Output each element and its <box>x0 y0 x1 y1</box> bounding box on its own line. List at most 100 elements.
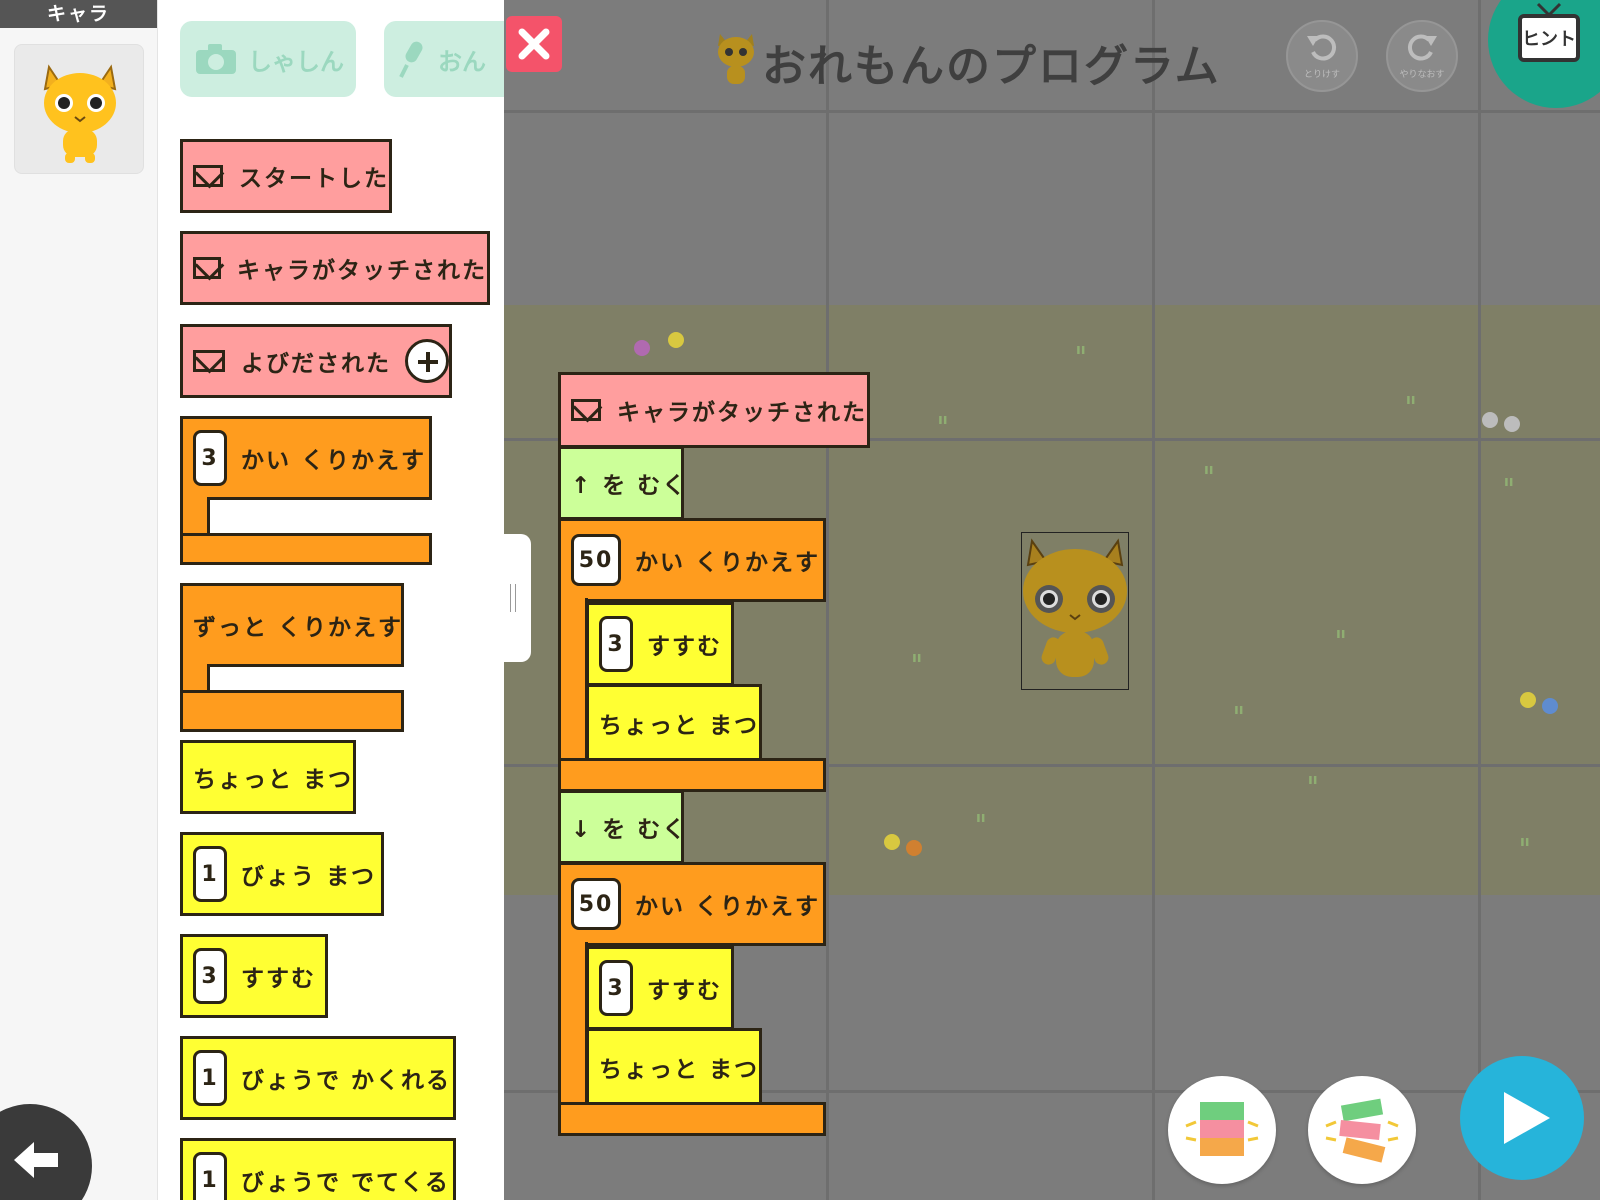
forever-foot <box>180 690 404 732</box>
seconds-field[interactable]: 1 <box>193 1152 227 1200</box>
flower-icon <box>1482 412 1498 428</box>
program-loop1-wait-block[interactable]: ちょっと まつ <box>586 684 762 762</box>
steps-field[interactable]: 3 <box>193 948 227 1004</box>
back-button[interactable] <box>0 1104 92 1200</box>
block-touched-event[interactable]: キャラがタッチされた <box>180 231 490 305</box>
block-wait[interactable]: ちょっと まつ <box>180 740 356 814</box>
block-label: びょう まつ <box>241 864 377 890</box>
program-title: おれもんのプログラム <box>762 41 1221 92</box>
sound-button-label: おん <box>438 47 486 76</box>
block-palette: しゃしん おん スタートした キャラがタッチされた よびだされた 3 かい くり… <box>158 0 504 1200</box>
loop2-arm <box>558 942 588 1106</box>
block-repeat-n[interactable]: 3 かい くりかえす <box>180 416 432 500</box>
block-label: かい くりかえす <box>241 448 427 474</box>
block-forever[interactable]: ずっと くりかえす <box>180 583 404 667</box>
block-label: ↑ を むく <box>571 473 688 499</box>
grass-icon: ıı <box>938 412 948 428</box>
seconds-field[interactable]: 1 <box>193 846 227 902</box>
grip-icon <box>510 584 516 612</box>
steps-field[interactable]: 3 <box>599 616 633 672</box>
block-label: ちょっと まつ <box>599 713 760 739</box>
envelope-icon <box>571 399 601 421</box>
block-move[interactable]: 3 すすむ <box>180 934 328 1018</box>
block-start-event[interactable]: スタートした <box>180 139 392 213</box>
plus-icon[interactable] <box>405 339 449 383</box>
play-button[interactable] <box>1460 1056 1584 1180</box>
grass-icon: ıı <box>912 650 922 666</box>
grass-icon: ıı <box>1406 392 1416 408</box>
grass-icon: ıı <box>1204 462 1214 478</box>
loop2-foot <box>558 1102 826 1136</box>
flower-icon <box>884 834 900 850</box>
loop-count-field[interactable]: 50 <box>571 878 621 930</box>
loop-count-field[interactable]: 50 <box>571 534 621 586</box>
photo-button[interactable]: しゃしん <box>180 21 356 97</box>
grid-line <box>1152 0 1155 1200</box>
panel-resize-handle[interactable] <box>496 534 531 662</box>
flower-icon <box>906 840 922 856</box>
character-sprite[interactable] <box>1021 532 1129 690</box>
grass-icon: ıı <box>1336 626 1346 642</box>
grass-icon: ıı <box>1504 474 1514 490</box>
loop1-foot <box>558 758 826 792</box>
block-label: びょうで でてくる <box>241 1170 450 1196</box>
block-stack-button[interactable] <box>1168 1076 1276 1184</box>
microphone-icon <box>399 41 423 78</box>
flower-icon <box>1504 416 1520 432</box>
program-trigger-block[interactable]: キャラがタッチされた <box>558 372 870 448</box>
undo-icon <box>1307 34 1337 61</box>
block-label: ずっと くりかえす <box>193 615 404 641</box>
redo-icon <box>1407 34 1437 61</box>
program-loop2-move-block[interactable]: 3 すすむ <box>586 946 734 1030</box>
close-icon <box>518 28 550 60</box>
redo-button[interactable]: やりなおす <box>1386 20 1458 92</box>
block-label: びょうで かくれる <box>241 1068 452 1094</box>
arrow-left-icon <box>14 1142 58 1178</box>
grid-line <box>504 110 1600 113</box>
program-loop1-block[interactable]: 50 かい くりかえす <box>558 518 826 602</box>
hint-label: ヒント <box>1522 29 1576 50</box>
block-label: キャラがタッチされた <box>237 258 487 284</box>
blocks-icon <box>1185 1102 1259 1156</box>
sound-button[interactable]: おん <box>384 21 504 97</box>
grass-icon: ıı <box>976 810 986 826</box>
program-loop2-wait-block[interactable]: ちょっと まつ <box>586 1028 762 1106</box>
block-shuffle-button[interactable] <box>1308 1076 1416 1184</box>
envelope-icon <box>193 165 223 187</box>
undo-label: とりけす <box>1303 70 1340 80</box>
program-loop1-move-block[interactable]: 3 すすむ <box>586 602 734 686</box>
character-panel: キャラ <box>0 0 158 1200</box>
tv-icon: ヒント <box>1518 14 1580 62</box>
block-label: ちょっと まつ <box>599 1057 760 1083</box>
seconds-field[interactable]: 1 <box>193 1050 227 1106</box>
undo-button[interactable]: とりけす <box>1286 20 1358 92</box>
block-label: よびだされた <box>241 351 391 377</box>
steps-field[interactable]: 3 <box>599 960 633 1016</box>
block-label: すすむ <box>241 966 316 992</box>
block-label: ちょっと まつ <box>193 767 354 793</box>
program-face-down-block[interactable]: ↓ を むく <box>558 790 685 864</box>
repeat-n-foot <box>180 533 432 565</box>
grass-icon: ıı <box>1308 772 1318 788</box>
camera-icon <box>196 44 236 74</box>
block-show[interactable]: 1 びょうで でてくる <box>180 1138 456 1200</box>
photo-button-label: しゃしん <box>248 47 344 76</box>
character-panel-header: キャラ <box>0 0 157 28</box>
program-face-up-block[interactable]: ↑ を むく <box>558 446 688 520</box>
block-hide[interactable]: 1 びょうで かくれる <box>180 1036 456 1120</box>
loop1-arm <box>558 598 588 762</box>
close-button[interactable] <box>506 16 562 72</box>
block-label: すすむ <box>647 634 722 660</box>
cat-character-icon <box>43 64 117 163</box>
repeat-count-field[interactable]: 3 <box>193 430 227 486</box>
grass-icon: ıı <box>1076 342 1086 358</box>
cat-sprite-icon <box>1023 538 1127 677</box>
block-called-event[interactable]: よびだされた <box>180 324 452 398</box>
grass-icon: ıı <box>1520 834 1530 850</box>
program-loop2-block[interactable]: 50 かい くりかえす <box>558 862 826 946</box>
flower-icon <box>634 340 650 356</box>
block-label: キャラがタッチされた <box>617 400 867 426</box>
character-thumbnail[interactable] <box>14 44 144 174</box>
block-wait-seconds[interactable]: 1 びょう まつ <box>180 832 384 916</box>
block-label: かい くりかえす <box>635 894 821 920</box>
